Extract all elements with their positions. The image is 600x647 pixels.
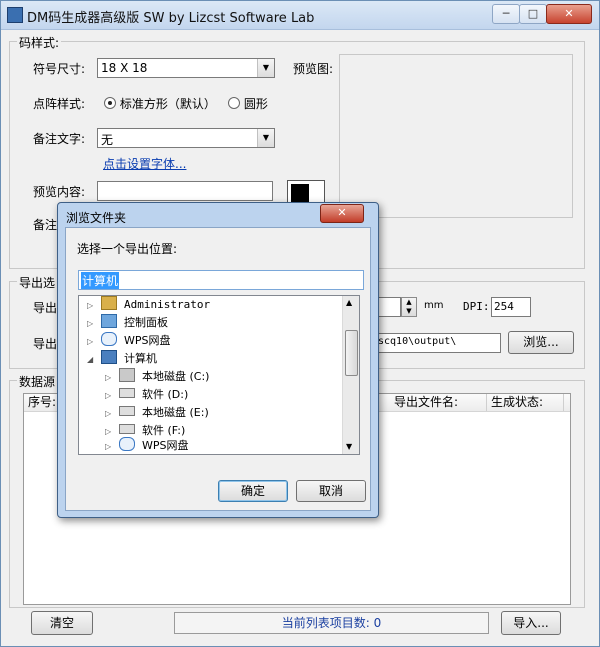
- tree-item-label: WPS网盘: [142, 439, 189, 452]
- scroll-thumb[interactable]: [345, 330, 358, 376]
- note-label: 备注: [33, 218, 58, 232]
- chevron-down-icon: ▼: [257, 59, 274, 77]
- tree-item[interactable]: ▷ 软件 (D:): [105, 386, 188, 404]
- radio-unchecked-icon: [228, 97, 240, 109]
- tree-item[interactable]: ▷ 本地磁盘 (C:): [105, 368, 209, 386]
- tree-item-label: Administrator: [124, 298, 211, 311]
- cancel-button[interactable]: 取消: [296, 480, 366, 502]
- collapse-arrow-icon: ◢: [87, 355, 94, 364]
- control-panel-icon: [100, 314, 117, 328]
- preview-label: 预览图:: [293, 62, 334, 76]
- preview-box: [339, 54, 573, 218]
- preview-content-input[interactable]: [97, 181, 273, 201]
- scroll-down-icon[interactable]: ▼: [346, 442, 352, 451]
- note-text-select[interactable]: 无 ▼: [97, 128, 275, 148]
- selected-path-field[interactable]: 计算机: [78, 270, 364, 290]
- dialog-prompt: 选择一个导出位置:: [77, 242, 178, 256]
- app-icon: [7, 7, 23, 23]
- drive-icon: [118, 388, 135, 398]
- user-folder-icon: [100, 296, 117, 310]
- clear-button[interactable]: 清空: [31, 611, 93, 635]
- ok-button[interactable]: 确定: [218, 480, 288, 502]
- system-drive-icon: [118, 368, 135, 382]
- browse-button[interactable]: 浏览...: [508, 331, 574, 354]
- dpi-input[interactable]: 254: [491, 297, 531, 317]
- export-path-label: 导出: [33, 337, 58, 351]
- unit-label: mm: [424, 300, 444, 311]
- color-swatch-icon: [291, 184, 309, 202]
- dot-style-square-radio[interactable]: 标准方形（默认）: [104, 95, 216, 112]
- tree-item-label: 计算机: [124, 352, 157, 365]
- dot-style-square-label: 标准方形（默认）: [119, 97, 216, 111]
- window-title: DM码生成器高级版 SW by Lizcst Software Lab: [27, 11, 315, 26]
- import-button[interactable]: 导入...: [501, 611, 561, 635]
- tree-item-label: 本地磁盘 (C:): [142, 370, 210, 383]
- column-header-status[interactable]: 生成状态:: [487, 394, 564, 411]
- expand-arrow-icon: ▷: [105, 442, 112, 451]
- symbol-size-value: 18 X 18: [101, 61, 148, 75]
- item-count-status: 当前列表项目数: 0: [174, 612, 489, 634]
- font-settings-link[interactable]: 点击设置字体...: [103, 155, 186, 172]
- expand-arrow-icon: ▷: [105, 409, 112, 418]
- tree-item[interactable]: ▷ WPS网盘: [87, 332, 171, 350]
- close-button[interactable]: ✕: [546, 4, 592, 24]
- maximize-button[interactable]: □: [519, 4, 547, 24]
- tree-item-label: 软件 (F:): [142, 424, 186, 437]
- dialog-title: 浏览文件夹: [66, 211, 127, 225]
- tree-item[interactable]: ▷ WPS网盘: [105, 437, 189, 454]
- tree-item-label: 控制面板: [124, 316, 168, 329]
- size-spinner[interactable]: ▲ ▼: [401, 297, 417, 317]
- note-text-label: 备注文字:: [33, 132, 86, 146]
- minimize-button[interactable]: ─: [492, 4, 520, 24]
- drive-icon: [118, 424, 135, 434]
- export-path-input[interactable]: scq10\output\: [375, 333, 501, 353]
- expand-arrow-icon: ▷: [87, 301, 94, 310]
- expand-arrow-icon: ▷: [87, 319, 94, 328]
- tree-item[interactable]: ◢ 计算机: [87, 350, 157, 368]
- column-header-filename[interactable]: 导出文件名:: [390, 394, 487, 411]
- dot-style-circle-label: 圆形: [243, 97, 268, 111]
- dialog-body: 选择一个导出位置: 计算机 ▷ Administrator ▷ 控制面板 ▷ W…: [65, 227, 371, 511]
- tree-item[interactable]: ▷ Administrator: [87, 296, 210, 314]
- browse-folder-dialog: 浏览文件夹 ✕ 选择一个导出位置: 计算机 ▷ Administrator ▷ …: [57, 202, 379, 518]
- tree-item[interactable]: ▷ 本地磁盘 (E:): [105, 404, 209, 422]
- selected-path-text: 计算机: [81, 272, 120, 289]
- data-source-group-label: 数据源: [17, 373, 58, 390]
- folder-tree[interactable]: ▷ Administrator ▷ 控制面板 ▷ WPS网盘 ◢ 计算机 ▷ 本…: [78, 295, 360, 455]
- code-style-group-label: 码样式:: [17, 34, 62, 51]
- cloud-drive-icon: [118, 437, 135, 451]
- tree-scrollbar[interactable]: ▲ ▼: [342, 296, 359, 454]
- cloud-drive-icon: [100, 332, 117, 346]
- symbol-size-label: 符号尺寸:: [33, 62, 86, 76]
- symbol-size-select[interactable]: 18 X 18 ▼: [97, 58, 275, 78]
- preview-content-label: 预览内容:: [33, 185, 86, 199]
- scroll-up-icon[interactable]: ▲: [346, 298, 352, 307]
- tree-item-label: WPS网盘: [124, 334, 171, 347]
- chevron-down-icon: ▼: [257, 129, 274, 147]
- tree-item-label: 本地磁盘 (E:): [142, 406, 209, 419]
- note-text-value: 无: [101, 133, 114, 147]
- radio-checked-icon: [104, 97, 116, 109]
- expand-arrow-icon: ▷: [87, 337, 94, 346]
- title-bar[interactable]: DM码生成器高级版 SW by Lizcst Software Lab ─ □ …: [1, 1, 599, 30]
- expand-arrow-icon: ▷: [105, 373, 112, 382]
- export-group-label: 导出选: [17, 274, 58, 291]
- export-size-label: 导出: [33, 301, 58, 315]
- tree-item-label: 软件 (D:): [142, 388, 189, 401]
- expand-arrow-icon: ▷: [105, 391, 112, 400]
- dot-style-label: 点阵样式:: [33, 97, 86, 111]
- dpi-label: DPI:: [463, 300, 490, 313]
- computer-icon: [100, 350, 117, 364]
- export-path-value: scq10\output\: [378, 336, 457, 347]
- drive-icon: [118, 406, 135, 416]
- dot-style-circle-radio[interactable]: 圆形: [228, 95, 268, 112]
- dpi-value: 254: [494, 300, 514, 313]
- dialog-close-button[interactable]: ✕: [320, 204, 364, 223]
- tree-item[interactable]: ▷ 控制面板: [87, 314, 168, 332]
